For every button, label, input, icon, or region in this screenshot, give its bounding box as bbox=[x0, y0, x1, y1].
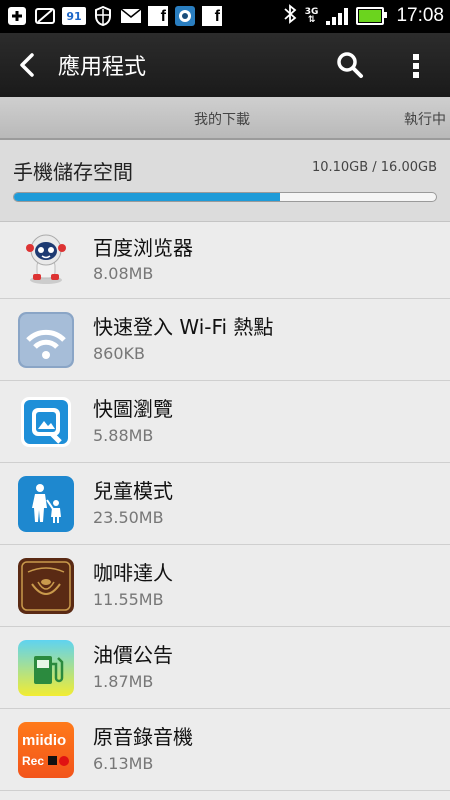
app-row[interactable]: 油價公告 1.87MB bbox=[0, 627, 450, 709]
more-options-icon[interactable] bbox=[405, 49, 427, 81]
mail-icon bbox=[120, 6, 142, 26]
app-size: 11.55MB bbox=[93, 590, 164, 609]
app-name: 快速登入 Wi-Fi 熱點 bbox=[93, 315, 274, 339]
no-sim-icon bbox=[34, 6, 56, 26]
app-row[interactable]: 快速登入 Wi-Fi 熱點 860KB bbox=[0, 299, 450, 381]
facebook-icon: f bbox=[148, 6, 168, 26]
storage-value: 10.10GB / 16.00GB bbox=[311, 160, 437, 175]
app-name: 兒童模式 bbox=[93, 479, 173, 503]
kid-mode-icon bbox=[18, 476, 74, 532]
storage-progress-fill bbox=[14, 193, 281, 201]
app-row[interactable]: 快圖瀏覽 5.88MB bbox=[0, 381, 450, 463]
app-size: 860KB bbox=[93, 344, 146, 363]
app-bar: 應用程式 bbox=[0, 33, 450, 97]
app-name: 百度浏览器 bbox=[93, 236, 193, 260]
app-name: 油價公告 bbox=[93, 643, 173, 667]
notification-icons: 91 f f bbox=[6, 6, 222, 26]
app-name: 咖啡達人 bbox=[93, 561, 173, 585]
shield-icon bbox=[92, 6, 114, 26]
search-icon[interactable] bbox=[334, 49, 366, 81]
bluetooth-icon bbox=[283, 4, 297, 28]
status-bar: 91 f f 3G ⇅ 17:08 bbox=[0, 0, 450, 33]
app-list: 百度浏览器 8.08MB 快速登入 Wi-Fi 熱點 860KB 快圖瀏覽 5.… bbox=[0, 222, 450, 791]
miidio-recorder-icon: miidio Rec bbox=[18, 722, 74, 778]
app-size: 23.50MB bbox=[93, 508, 164, 527]
clock: 17:08 bbox=[396, 5, 444, 26]
storage-title: 手機儲存空間 bbox=[13, 160, 133, 184]
page-title: 應用程式 bbox=[58, 55, 147, 80]
storage-summary: 手機儲存空間 10.10GB / 16.00GB bbox=[0, 140, 450, 222]
astronaut-icon bbox=[18, 230, 74, 286]
app-name: 原音錄音機 bbox=[93, 725, 193, 749]
app-row[interactable]: 百度浏览器 8.08MB bbox=[0, 222, 450, 299]
system-icons: 3G ⇅ 17:08 bbox=[283, 4, 444, 28]
battery-icon bbox=[356, 7, 388, 25]
app-size: 5.88MB bbox=[93, 426, 154, 445]
app-row[interactable]: miidio Rec 原音錄音機 6.13MB bbox=[0, 709, 450, 791]
tab-strip: 我的下載 執行中 bbox=[0, 97, 450, 140]
storage-progress-bar bbox=[13, 192, 437, 202]
app-row[interactable]: 兒童模式 23.50MB bbox=[0, 463, 450, 545]
tab-running[interactable]: 執行中 bbox=[404, 109, 446, 129]
network-type-icon: 3G ⇅ bbox=[304, 7, 319, 25]
app-name: 快圖瀏覽 bbox=[93, 397, 173, 421]
tab-downloads[interactable]: 我的下載 bbox=[194, 109, 250, 129]
photo-viewer-icon bbox=[18, 394, 74, 450]
app-size: 6.13MB bbox=[93, 754, 154, 773]
wifi-icon bbox=[18, 312, 74, 368]
signal-icon bbox=[326, 7, 349, 25]
camera-app-icon bbox=[174, 6, 196, 26]
app-size: 8.08MB bbox=[93, 264, 154, 283]
calendar-badge-icon: 91 bbox=[62, 7, 86, 25]
plus-notification-icon bbox=[6, 6, 28, 26]
app-row[interactable]: 咖啡達人 11.55MB bbox=[0, 545, 450, 627]
gas-pump-icon bbox=[18, 640, 74, 696]
back-icon[interactable] bbox=[14, 51, 42, 79]
facebook-icon-2: f bbox=[202, 6, 222, 26]
app-size: 1.87MB bbox=[93, 672, 154, 691]
coffee-icon bbox=[18, 558, 74, 614]
